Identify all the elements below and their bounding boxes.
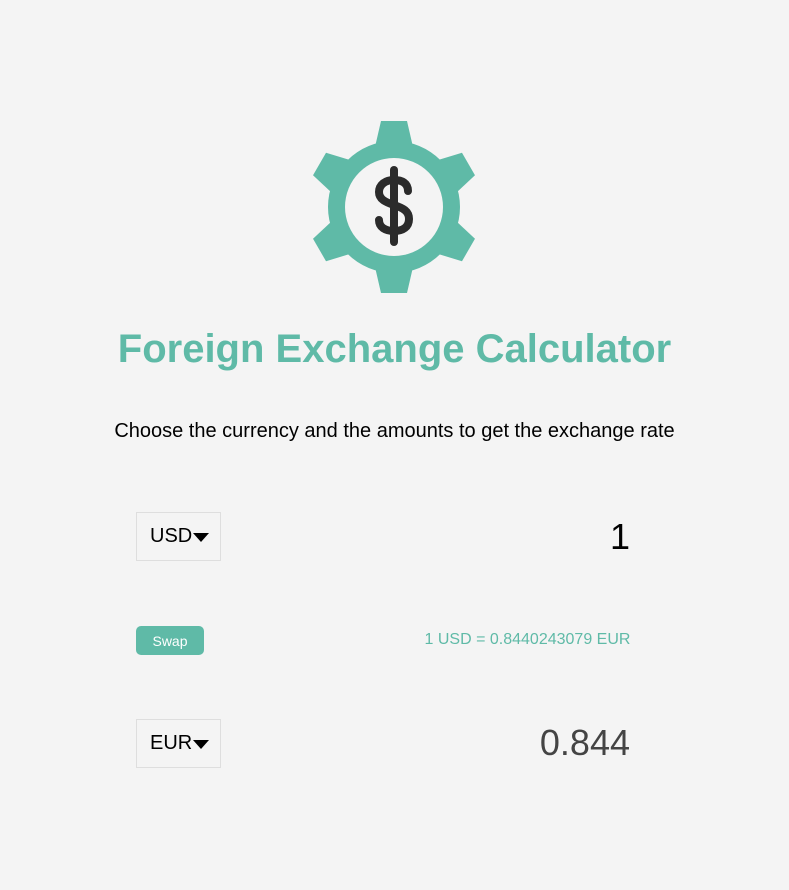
chevron-down-icon — [193, 533, 210, 542]
exchange-rate-text: 1 USD = 0.8440243079 EUR — [424, 631, 631, 648]
to-amount-input[interactable] — [430, 722, 630, 764]
to-currency-select[interactable]: EUR — [136, 719, 221, 768]
page-title: Foreign Exchange Calculator — [117, 327, 672, 371]
from-currency-label: USD — [150, 525, 193, 547]
from-amount-input[interactable] — [430, 516, 630, 558]
from-currency-select[interactable]: USD — [136, 512, 221, 561]
to-currency-label: EUR — [150, 732, 193, 754]
dollar-gear-icon — [313, 121, 475, 293]
page-subtitle: Choose the currency and the amounts to g… — [114, 420, 675, 442]
chevron-down-icon — [193, 740, 210, 749]
page: Foreign Exchange Calculator Choose the c… — [0, 0, 789, 890]
swap-button[interactable]: Swap — [136, 626, 204, 655]
